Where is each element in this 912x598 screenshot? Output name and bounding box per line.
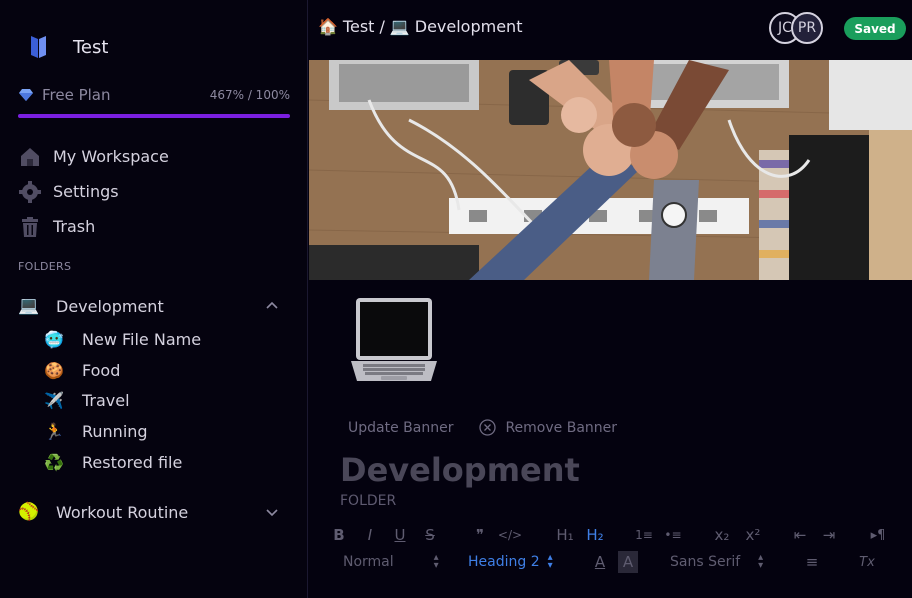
breadcrumb: 🏠 Test / 💻 Development [318,17,522,36]
strike-button[interactable]: S [422,524,438,546]
bullet-list-button[interactable]: •≡ [662,524,684,546]
italic-button[interactable]: I [362,524,378,546]
indent-button[interactable]: ⇥ [818,524,840,546]
close-circle-icon [479,419,497,436]
folder-workout-routine[interactable]: 🥎 Workout Routine [18,497,290,527]
plan-name: Free Plan [42,86,111,104]
file-label: New File Name [82,329,202,349]
laptop-icon: 💻 [18,296,40,316]
editor-toolbar: B I U S ❞ </> H₁ H₂ 1≡ •≡ x₂ x² ⇤ ⇥ ▸¶ N… [331,524,912,598]
editor-main: 🏠 Test / 💻 Development JC PR Saved Updat… [309,0,912,598]
superscript-button[interactable]: x² [742,524,764,546]
code-button[interactable]: </> [498,524,522,546]
select-arrows-icon: ▴ ▾ [758,552,764,571]
airplane-icon: ✈️ [44,390,64,410]
breadcrumb-workspace[interactable]: Test [343,17,375,36]
sidebar: Test Free Plan 467% / 100% My Workspace [0,0,308,598]
sidebar-item-label: My Workspace [53,147,169,166]
select-arrows-icon: ▴ ▾ [547,552,553,571]
page-laptop-icon[interactable] [351,293,439,385]
file-travel[interactable]: ✈️ Travel [42,385,290,415]
plan-usage: Free Plan 467% / 100% [18,86,290,118]
file-new-file-name[interactable]: 🥶 New File Name [42,324,290,354]
recycle-icon: ♻️ [44,452,64,472]
folder-development[interactable]: 💻 Development [18,291,290,321]
sidebar-nav: My Workspace Settings Trash [18,139,290,244]
collaborator-avatars: JC PR [769,12,829,44]
file-label: Running [82,421,148,441]
banner-actions: Update Banner Remove Banner [348,419,617,436]
file-restored-file[interactable]: ♻️ Restored file [42,447,290,477]
status-badge: Saved [844,17,906,40]
outdent-button[interactable]: ⇤ [789,524,811,546]
align-button[interactable]: ≡ [802,551,822,573]
text-direction-button[interactable]: ▸¶ [867,524,889,546]
sidebar-item-label: Settings [53,182,119,201]
remove-banner-label: Remove Banner [505,419,618,436]
file-food[interactable]: 🍪 Food [42,355,290,385]
file-label: Travel [82,390,130,410]
house-icon: 🏠 [318,17,338,36]
gear-icon [18,180,42,204]
clear-format-button[interactable]: Tx [856,551,878,573]
breadcrumb-separator: / [379,17,385,36]
heading-style-select[interactable]: Heading 2 ▴ ▾ [468,551,553,573]
file-label: Food [82,360,121,380]
plan-usage-text: 467% / 100% [209,88,290,102]
highlight-button[interactable]: A [618,551,638,573]
sidebar-item-my-workspace[interactable]: My Workspace [18,139,290,174]
file-label: Restored file [82,452,183,472]
breadcrumb-folder[interactable]: Development [415,17,523,36]
diamond-icon [19,89,33,101]
softball-icon: 🥎 [18,502,40,522]
heading2-button[interactable]: H₂ [584,524,606,546]
cold-face-icon: 🥶 [44,329,64,349]
workspace-logo-icon [31,36,46,58]
underline-button[interactable]: U [392,524,408,546]
update-banner-label: Update Banner [348,419,454,436]
runner-icon: 🏃 [44,421,64,441]
page-title[interactable]: Development [340,451,580,489]
home-icon [18,145,42,169]
folders-heading: FOLDERS [18,260,72,273]
folder-label: Development [56,296,164,316]
paragraph-style-value: Normal [343,554,394,570]
file-running[interactable]: 🏃 Running [42,416,290,446]
avatar[interactable]: PR [791,12,823,44]
select-arrows-icon: ▴ ▾ [433,552,439,571]
banner-image [309,60,912,280]
workspace-name: Test [73,36,109,58]
sidebar-item-label: Trash [53,217,96,236]
ordered-list-button[interactable]: 1≡ [633,524,655,546]
remove-banner-button[interactable]: Remove Banner [479,419,617,436]
plan-usage-bar [18,114,290,118]
paragraph-style-select[interactable]: Normal ▴ ▾ [343,551,439,573]
font-color-button[interactable]: A [590,551,610,573]
trash-icon [18,215,42,239]
sidebar-item-settings[interactable]: Settings [18,174,290,209]
chevron-up-icon[interactable] [264,298,280,314]
laptop-icon: 💻 [389,17,410,36]
sidebar-item-trash[interactable]: Trash [18,209,290,244]
font-family-value: Sans Serif [670,554,741,570]
subscript-button[interactable]: x₂ [711,524,733,546]
page-subtitle: FOLDER [340,493,397,509]
font-family-select[interactable]: Sans Serif ▴ ▾ [670,551,763,573]
update-banner-button[interactable]: Update Banner [348,420,453,436]
cookie-icon: 🍪 [44,360,64,380]
folder-label: Workout Routine [56,502,189,522]
plan-usage-fill [18,114,290,118]
workspace-brand[interactable]: Test [28,34,108,60]
heading-style-value: Heading 2 [468,554,540,570]
blockquote-button[interactable]: ❞ [471,524,489,546]
heading1-button[interactable]: H₁ [554,524,576,546]
bold-button[interactable]: B [331,524,347,546]
chevron-down-icon[interactable] [264,504,280,520]
